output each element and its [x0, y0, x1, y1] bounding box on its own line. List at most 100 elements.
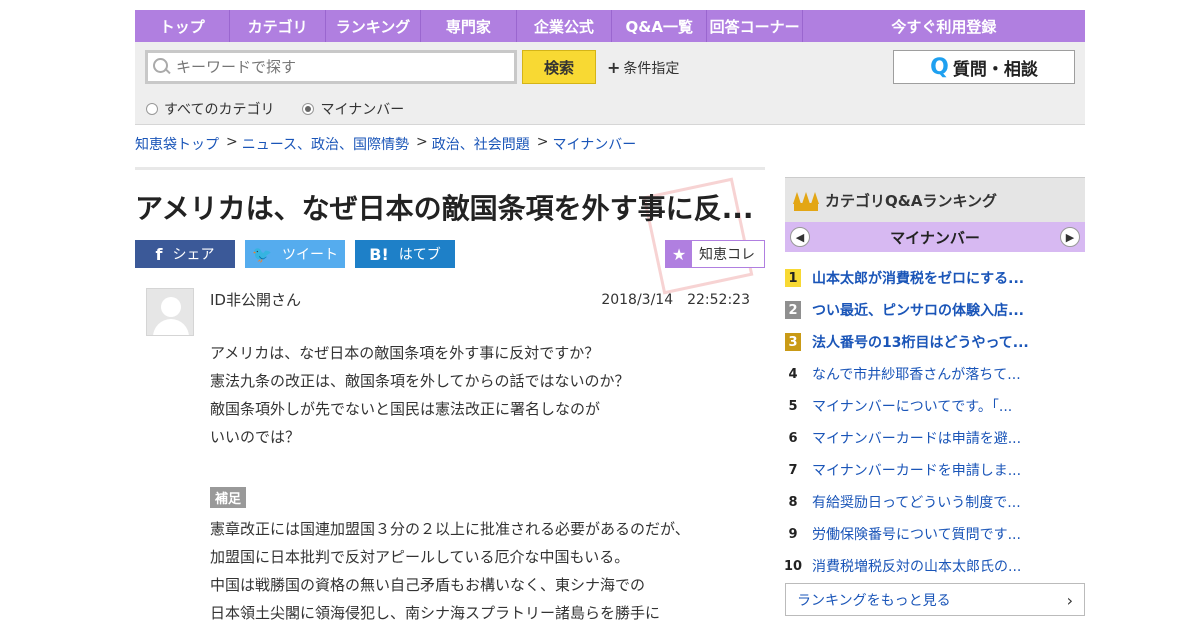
avatar-body-icon — [153, 319, 189, 335]
rank-number: 2 — [785, 301, 801, 319]
nav-category[interactable]: カテゴリ — [230, 10, 326, 42]
nav-ranking[interactable]: ランキング — [326, 10, 422, 42]
ranking-item[interactable]: 7 マイナンバーカードを申請しま... — [785, 454, 1085, 486]
supplement-line: 中国は戦勝国の資格の無い自己矛盾もお構いなく、東シナ海での — [210, 576, 646, 594]
ranking-link[interactable]: マイナンバーカードは申請を避... — [812, 428, 1021, 448]
condition-label: 条件指定 — [623, 61, 680, 77]
ranking-title: カテゴリQ&Aランキング — [825, 191, 997, 210]
body-line: 憲法九条の改正は、敵国条項を外してからの話ではないのか？ — [210, 372, 630, 390]
condition-link[interactable]: + 条件指定 — [607, 58, 679, 78]
next-category-button[interactable]: ▶ — [1060, 227, 1080, 247]
ranking-item[interactable]: 9 労働保険番号について質問です... — [785, 518, 1085, 550]
plus-icon: + — [607, 58, 621, 77]
radio-my-number[interactable]: マイナンバー — [302, 99, 404, 119]
ranking-item[interactable]: 3 法人番号の13桁目はどうやって... — [785, 326, 1085, 358]
body-line: いいのでは？ — [210, 428, 301, 446]
rank-number: 10 — [783, 558, 803, 574]
chevron-right-icon: › — [1066, 591, 1073, 610]
avatar — [146, 288, 194, 336]
nav-expert[interactable]: 専門家 — [421, 10, 517, 42]
radio-all-categories[interactable]: すべてのカテゴリ — [146, 99, 274, 119]
ranking-item[interactable]: 2 つい最近、ピンサロの体験入店... — [785, 294, 1085, 326]
search-panel: 検索 +条件指定 Q 質問・相談 すべてのカテゴリ マイナンバー — [135, 42, 1085, 125]
search-input[interactable] — [176, 58, 506, 76]
ranking-link[interactable]: 有給奨励日ってどういう制度で... — [812, 492, 1021, 512]
share-label: シェア — [172, 247, 215, 263]
share-buttons: f シェア 🐦 ツイート B! はてブ — [135, 240, 465, 268]
rank-number: 8 — [788, 494, 798, 510]
ask-question-button[interactable]: Q 質問・相談 — [893, 50, 1075, 84]
nav-official[interactable]: 企業公式 — [517, 10, 613, 42]
supplement-body: 憲章改正には国連加盟国３分の２以上に批准される必要があるのだが、 加盟国に日本批… — [210, 515, 760, 627]
crown-icon — [793, 189, 819, 211]
breadcrumb-item[interactable]: マイナンバー — [553, 134, 637, 154]
search-icon — [152, 57, 172, 77]
ranking-link[interactable]: 消費税増税反対の山本太郎氏の... — [812, 556, 1021, 576]
breadcrumb-item[interactable]: 知恵袋トップ — [135, 134, 219, 154]
supplement-line: 加盟国に日本批判で反対アピールしている厄介な中国もいる。 — [210, 548, 630, 566]
post-date: 2018/3/14 22:52:23 — [601, 292, 750, 308]
radio-dot-icon — [146, 103, 158, 115]
breadcrumb-item[interactable]: 政治、社会問題 — [432, 134, 530, 154]
ask-question-label: 質問・相談 — [952, 59, 1038, 80]
ranking-item[interactable]: 8 有給奨励日ってどういう制度で... — [785, 486, 1085, 518]
body-line: アメリカは、なぜ日本の敵国条項を外す事に反対ですか？ — [210, 344, 600, 362]
supplement-line: 日本領土尖閣に領海侵犯し、南シナ海スプラトリー諸島らを勝手に — [210, 604, 661, 622]
ranking-item[interactable]: 10 消費税増税反対の山本太郎氏の... — [783, 550, 1085, 582]
prev-category-button[interactable]: ◀ — [790, 227, 810, 247]
user-name: ID非公開さん — [210, 291, 301, 309]
ranking-link[interactable]: なんで市井紗耶香さんが落ちて... — [812, 364, 1021, 384]
body-line: 敵国条項外しが先でないと国民は憲法改正に署名しなのが — [210, 400, 601, 418]
header: トップ カテゴリ ランキング 専門家 企業公式 Q&A一覧 回答コーナー 今すぐ… — [135, 10, 1085, 125]
question-q-icon: Q — [930, 54, 949, 80]
search-button[interactable]: 検索 — [522, 50, 596, 84]
collection-label: 知恵コレ — [699, 247, 755, 263]
nav-register[interactable]: 今すぐ利用登録 — [803, 10, 1085, 42]
ranking-link[interactable]: 労働保険番号について質問です... — [812, 524, 1021, 544]
avatar-head-icon — [161, 297, 181, 317]
question-body: アメリカは、なぜ日本の敵国条項を外す事に反対ですか？ 憲法九条の改正は、敵国条項… — [210, 339, 760, 451]
ranking-item[interactable]: 1 山本太郎が消費税をゼロにする... — [785, 262, 1085, 294]
rank-number: 4 — [788, 366, 798, 382]
ranking-item[interactable]: 4 なんで市井紗耶香さんが落ちて... — [785, 358, 1085, 390]
ranking-header: カテゴリQ&Aランキング — [785, 177, 1085, 222]
ranking-list: 1 山本太郎が消費税をゼロにする... 2 つい最近、ピンサロの体験入店... 3法… — [783, 262, 1085, 582]
chevron-right-icon: ▶ — [1065, 230, 1075, 244]
rank-number: 6 — [788, 430, 798, 446]
twitter-share-button[interactable]: 🐦 ツイート — [245, 240, 345, 268]
ranking-item[interactable]: 5 マイナンバーについてです。「... — [785, 390, 1085, 422]
search-box[interactable] — [145, 50, 517, 84]
ranking-link[interactable]: つい最近、ピンサロの体験入店... — [812, 300, 1024, 320]
share-label: ツイート — [281, 247, 338, 263]
breadcrumb-item[interactable]: ニュース、政治、国際情勢 — [242, 134, 409, 154]
facebook-share-button[interactable]: f シェア — [135, 240, 235, 268]
ranking-link[interactable]: マイナンバーカードを申請しま... — [812, 460, 1021, 480]
nav-answer-corner[interactable]: 回答コーナー — [707, 10, 803, 42]
ranking-more-button[interactable]: ランキングをもっと見る › — [785, 583, 1085, 616]
breadcrumb-sep: > — [226, 134, 238, 150]
rank-number: 5 — [788, 398, 798, 414]
collection-button[interactable]: ★ 知恵コレ — [665, 240, 765, 268]
category-scope: すべてのカテゴリ マイナンバー — [146, 99, 432, 119]
breadcrumb-sep: > — [416, 134, 428, 150]
share-label: はてブ — [398, 247, 441, 263]
ranking-link[interactable]: 法人番号の13桁目はどうやって... — [812, 332, 1029, 352]
nav-qa-list[interactable]: Q&A一覧 — [612, 10, 708, 42]
hatena-share-button[interactable]: B! はてブ — [355, 240, 455, 268]
nav-top[interactable]: トップ — [135, 10, 231, 42]
rank-number: 9 — [788, 526, 798, 542]
facebook-icon: f — [155, 244, 163, 264]
radio-label: すべてのカテゴリ — [164, 102, 275, 118]
ranking-item[interactable]: 6 マイナンバーカードは申請を避... — [785, 422, 1085, 454]
twitter-icon: 🐦 — [252, 244, 272, 264]
ranking-link[interactable]: マイナンバーについてです。「... — [812, 396, 1012, 416]
breadcrumb: 知恵袋トップ > ニュース、政治、国際情勢 > 政治、社会問題 > マイナンバー — [135, 134, 636, 154]
divider — [135, 167, 765, 170]
supplement-label: 補足 — [210, 487, 247, 508]
ranking-category-label: マイナンバー — [890, 228, 980, 247]
radio-dot-selected-icon — [302, 103, 315, 115]
ranking-link[interactable]: 山本太郎が消費税をゼロにする... — [812, 268, 1024, 288]
star-icon: ★ — [666, 241, 692, 267]
hatena-icon: B! — [369, 244, 389, 264]
global-nav: トップ カテゴリ ランキング 専門家 企業公式 Q&A一覧 回答コーナー 今すぐ… — [135, 10, 1085, 42]
